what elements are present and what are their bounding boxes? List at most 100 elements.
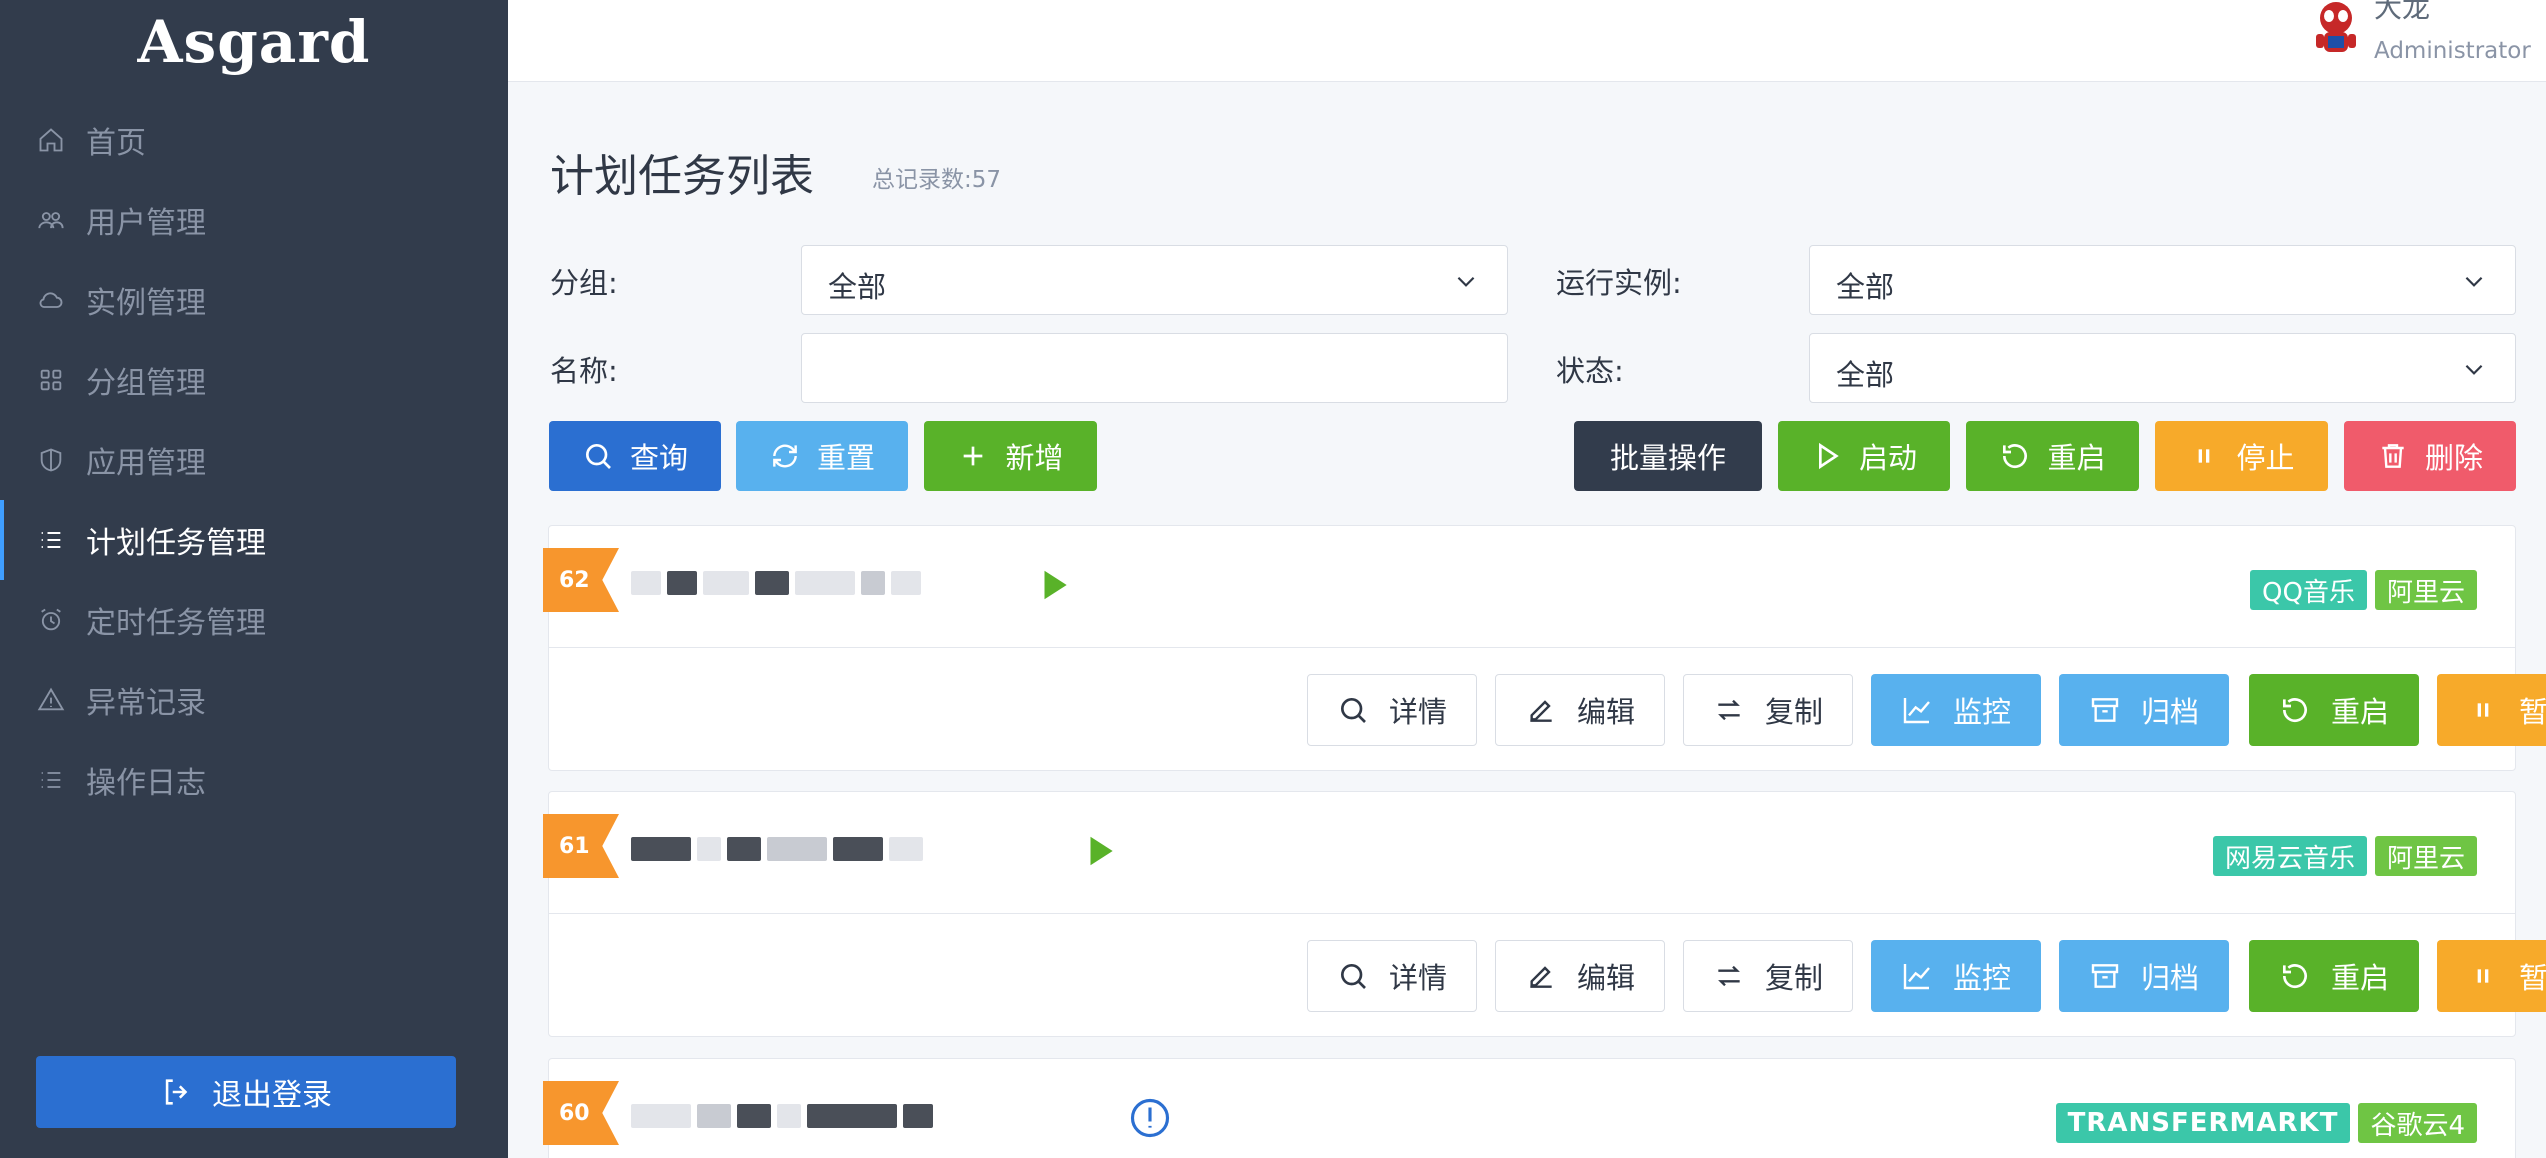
monitor-button[interactable]: 监控 xyxy=(1871,674,2041,746)
swap-icon xyxy=(1718,965,1740,987)
app-logo[interactable]: Asgard xyxy=(0,8,508,76)
task-actions: 详情 编辑 复制 监控 归档 重启 暂停 xyxy=(1191,674,2546,746)
task-id-badge: 62 xyxy=(543,548,619,612)
task-card: 62 QQ音乐 阿里云 详情 编辑 复制 监控 归档 重启 暂 xyxy=(543,525,2546,771)
sidebar-item-scheduled-tasks[interactable]: 计划任务管理 xyxy=(0,500,508,580)
task-name-redacted xyxy=(631,832,923,866)
tag-badge: QQ音乐 xyxy=(2250,570,2367,610)
restart-task-button[interactable]: 重启 xyxy=(2249,674,2419,746)
restart-label: 重启 xyxy=(2330,695,2389,729)
sidebar-item-groups[interactable]: 分组管理 xyxy=(0,340,508,420)
monitor-button[interactable]: 监控 xyxy=(1871,940,2041,1012)
chevron-down-icon xyxy=(2465,276,2483,287)
detail-button[interactable]: 详情 xyxy=(1307,940,1477,1012)
sidebar-item-label: 首页 xyxy=(86,126,146,161)
users-icon xyxy=(36,205,66,235)
user-role: Administrator xyxy=(2374,38,2531,64)
status-filter-label: 状态: xyxy=(1556,354,1624,388)
archive-icon xyxy=(2091,698,2119,722)
restart-task-button[interactable]: 重启 xyxy=(2249,940,2419,1012)
group-select-value: 全部 xyxy=(828,270,887,304)
sidebar-item-label: 分组管理 xyxy=(86,366,206,401)
edit-button[interactable]: 编辑 xyxy=(1495,674,1665,746)
pause-label: 暂停 xyxy=(2518,961,2546,995)
pause-button[interactable]: 暂停 xyxy=(2437,674,2546,746)
search-icon xyxy=(585,444,611,469)
copy-label: 复制 xyxy=(1764,961,1823,995)
avatar[interactable] xyxy=(2302,0,2370,58)
edit-label: 编辑 xyxy=(1576,961,1635,995)
sidebar-item-timed-tasks[interactable]: 定时任务管理 xyxy=(0,580,508,660)
tag-badge: 阿里云 xyxy=(2374,836,2477,876)
instance-filter-label: 运行实例: xyxy=(1556,266,1682,300)
start-button[interactable]: 启动 xyxy=(1778,421,1950,491)
task-card-header: 61 网易云音乐 阿里云 xyxy=(543,792,2515,914)
status-select[interactable]: 全部 xyxy=(1809,333,2516,403)
pause-button[interactable]: 暂停 xyxy=(2437,940,2546,1012)
sidebar-item-exceptions[interactable]: 异常记录 xyxy=(0,660,508,740)
name-input[interactable] xyxy=(801,333,1508,403)
sidebar: Asgard 首页 用户管理 实例管理 分组管理 应用管理 计划任务管理 定时任… xyxy=(0,0,508,1158)
tag-badge: 阿里云 xyxy=(2374,570,2477,610)
query-label: 查询 xyxy=(629,441,688,475)
running-icon xyxy=(1090,836,1113,866)
group-select[interactable]: 全部 xyxy=(801,245,1508,315)
batch-operation-button[interactable]: 批量操作 xyxy=(1574,421,1762,491)
warning-icon xyxy=(36,685,66,715)
logout-button[interactable]: 退出登录 xyxy=(36,1056,456,1128)
pause-icon xyxy=(2477,969,2489,983)
reset-label: 重置 xyxy=(816,441,875,475)
pause-icon xyxy=(2199,449,2210,463)
sidebar-item-users[interactable]: 用户管理 xyxy=(0,180,508,260)
archive-label: 归档 xyxy=(2140,695,2199,729)
name-filter-label: 名称: xyxy=(550,354,618,388)
task-card: 60 TRANSFERMARKT 谷歌云4 xyxy=(543,1058,2516,1158)
restart-button[interactable]: 重启 xyxy=(1966,421,2139,491)
instance-select[interactable]: 全部 xyxy=(1809,245,2516,315)
swap-icon xyxy=(1718,699,1740,721)
restart-icon xyxy=(2003,444,2028,469)
copy-button[interactable]: 复制 xyxy=(1683,940,1853,1012)
pause-label: 暂停 xyxy=(2518,695,2546,729)
user-name[interactable]: 大龙 xyxy=(2374,0,2430,26)
logout-icon xyxy=(165,1079,188,1105)
archive-button[interactable]: 归档 xyxy=(2059,674,2229,746)
record-count: 总记录数:57 xyxy=(872,167,1002,193)
detail-label: 详情 xyxy=(1388,695,1447,729)
tag-badge: 网易云音乐 xyxy=(2212,836,2367,876)
home-icon xyxy=(36,125,66,155)
query-button[interactable]: 查询 xyxy=(549,421,721,491)
sidebar-item-instances[interactable]: 实例管理 xyxy=(0,260,508,340)
reset-button[interactable]: 重置 xyxy=(736,421,908,491)
task-id-badge: 60 xyxy=(543,1081,619,1145)
stop-label: 停止 xyxy=(2236,441,2295,475)
detail-button[interactable]: 详情 xyxy=(1307,674,1477,746)
stop-button[interactable]: 停止 xyxy=(2155,421,2328,491)
batch-label: 批量操作 xyxy=(1609,441,1726,475)
tag-badge: 谷歌云4 xyxy=(2358,1103,2477,1143)
copy-button[interactable]: 复制 xyxy=(1683,674,1853,746)
monitor-label: 监控 xyxy=(1952,695,2011,729)
edit-label: 编辑 xyxy=(1576,695,1635,729)
archive-icon xyxy=(2091,964,2119,988)
group-filter-label: 分组: xyxy=(550,266,618,300)
delete-button[interactable]: 删除 xyxy=(2344,421,2516,491)
add-label: 新增 xyxy=(1005,441,1064,475)
archive-button[interactable]: 归档 xyxy=(2059,940,2229,1012)
chevron-down-icon xyxy=(1457,276,1475,287)
edit-button[interactable]: 编辑 xyxy=(1495,940,1665,1012)
add-button[interactable]: 新增 xyxy=(924,421,1097,491)
cloud-icon xyxy=(36,285,66,315)
sidebar-item-label: 计划任务管理 xyxy=(86,526,266,561)
sidebar-item-operation-logs[interactable]: 操作日志 xyxy=(0,740,508,820)
task-card: 61 网易云音乐 阿里云 详情 编辑 复制 监控 归档 重启 暂 xyxy=(543,791,2546,1037)
restart-label: 重启 xyxy=(2330,961,2389,995)
task-actions: 详情 编辑 复制 监控 归档 重启 暂停 xyxy=(1191,940,2546,1012)
sidebar-item-label: 应用管理 xyxy=(86,446,206,481)
delete-label: 删除 xyxy=(2424,441,2483,475)
list-icon xyxy=(36,765,66,795)
task-id-badge: 61 xyxy=(543,814,619,878)
sidebar-item-home[interactable]: 首页 xyxy=(0,100,508,180)
detail-label: 详情 xyxy=(1388,961,1447,995)
sidebar-item-apps[interactable]: 应用管理 xyxy=(0,420,508,500)
